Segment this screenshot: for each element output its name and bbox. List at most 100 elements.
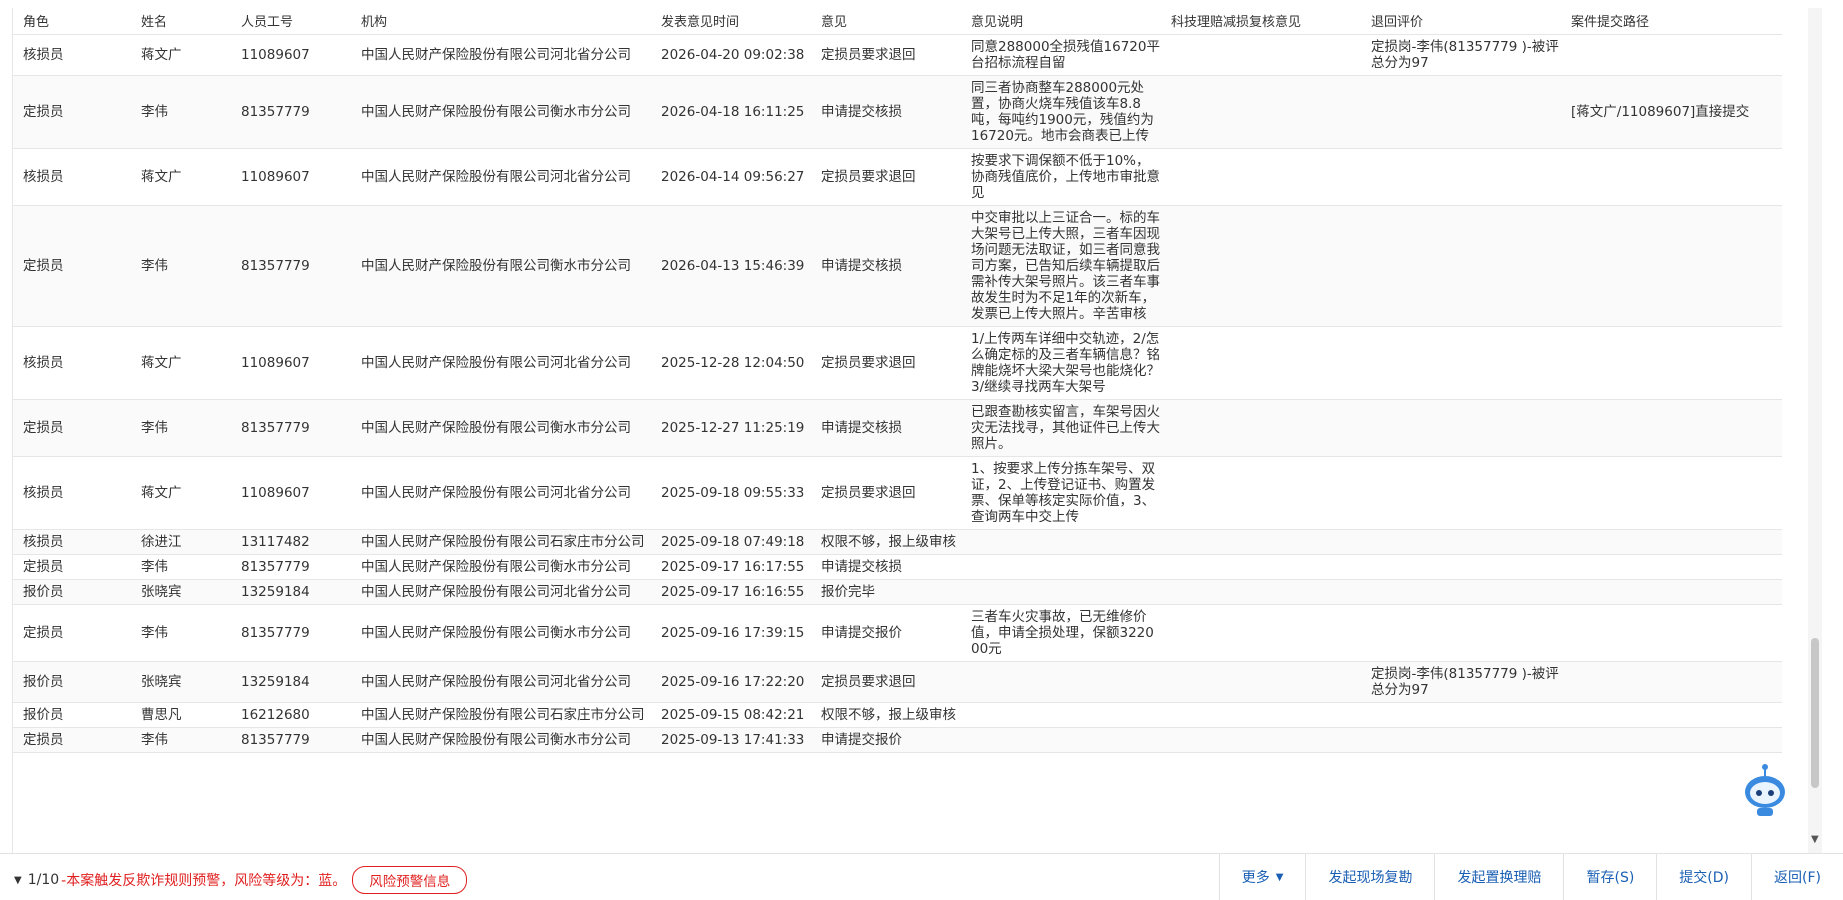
cell-time: 2025-09-17 16:16:55 xyxy=(651,579,811,605)
cell-staff-id: 81357779 xyxy=(231,604,351,662)
save-draft-button[interactable]: 暂存(S) xyxy=(1563,854,1656,900)
cell-rating xyxy=(1361,579,1561,605)
cell-name: 蒋文广 xyxy=(131,326,231,400)
cell-path xyxy=(1561,148,1782,206)
cell-org: 中国人民财产保险股份有限公司衡水市分公司 xyxy=(351,604,651,662)
cell-staff-id: 11089607 xyxy=(231,34,351,76)
cell-description xyxy=(961,554,1161,580)
cell-path xyxy=(1561,34,1782,76)
cell-rating xyxy=(1361,148,1561,206)
vertical-scrollbar[interactable] xyxy=(1808,8,1822,853)
more-button[interactable]: 更多 ▼ xyxy=(1218,854,1306,900)
cell-org: 中国人民财产保险股份有限公司衡水市分公司 xyxy=(351,727,651,753)
cell-path xyxy=(1561,702,1782,728)
cell-review xyxy=(1161,34,1361,76)
cell-review xyxy=(1161,579,1361,605)
cell-time: 2025-09-16 17:22:20 xyxy=(651,661,811,703)
cell-time: 2026-04-20 09:02:38 xyxy=(651,34,811,76)
cell-name: 蒋文广 xyxy=(131,148,231,206)
table-row: 定损员 李伟 81357779 中国人民财产保险股份有限公司衡水市分公司 2026-04… xyxy=(13,205,1782,327)
table-header-row: 角色 姓名 人员工号 机构 发表意见时间 意见 意见说明 科技理赔减损复核意见 退回评价 案件提交… xyxy=(13,8,1782,35)
cell-rating xyxy=(1361,529,1561,555)
cell-opinion: 定损员要求退回 xyxy=(811,148,961,206)
cell-time: 2025-09-15 08:42:21 xyxy=(651,702,811,728)
cell-opinion: 定损员要求退回 xyxy=(811,34,961,76)
cell-role: 核损员 xyxy=(13,529,131,555)
caret-down-icon[interactable]: ▼ xyxy=(14,875,22,886)
cell-org: 中国人民财产保险股份有限公司河北省分公司 xyxy=(351,148,651,206)
cell-name: 蒋文广 xyxy=(131,34,231,76)
cell-review xyxy=(1161,326,1361,400)
cell-opinion: 申请提交报价 xyxy=(811,727,961,753)
cell-time: 2026-04-14 09:56:27 xyxy=(651,148,811,206)
column-header: 意见说明 xyxy=(961,8,1161,35)
cell-review xyxy=(1161,554,1361,580)
cell-review xyxy=(1161,702,1361,728)
cell-staff-id: 81357779 xyxy=(231,75,351,149)
cell-time: 2025-12-28 12:04:50 xyxy=(651,326,811,400)
cell-path xyxy=(1561,579,1782,605)
cell-review xyxy=(1161,529,1361,555)
page-indicator: 1/10 xyxy=(27,872,60,888)
cell-time: 2025-09-18 09:55:33 xyxy=(651,456,811,530)
cell-description: 三者车火灾事故，已无维修价值，申请全损处理，保额322000元 xyxy=(961,604,1161,662)
cell-opinion: 权限不够，报上级审核 xyxy=(811,529,961,555)
cell-staff-id: 13259184 xyxy=(231,579,351,605)
cell-staff-id: 16212680 xyxy=(231,702,351,728)
column-header: 案件提交路径 xyxy=(1561,8,1782,35)
scrollbar-thumb[interactable] xyxy=(1811,638,1819,788)
cell-role: 报价员 xyxy=(13,579,131,605)
start-site-reinspection-button[interactable]: 发起现场复勘 xyxy=(1305,854,1434,900)
cell-description xyxy=(961,727,1161,753)
cell-name: 徐进江 xyxy=(131,529,231,555)
cell-time: 2025-09-16 17:39:15 xyxy=(651,604,811,662)
fraud-warning-text: -本案触发反欺诈规则预警，风险等级为：蓝。 xyxy=(61,873,347,889)
cell-opinion: 定损员要求退回 xyxy=(811,456,961,530)
cell-name: 李伟 xyxy=(131,727,231,753)
cell-org: 中国人民财产保险股份有限公司河北省分公司 xyxy=(351,661,651,703)
cell-opinion: 申请提交核损 xyxy=(811,75,961,149)
robot-assistant-icon[interactable] xyxy=(1735,762,1795,822)
cell-review xyxy=(1161,205,1361,327)
cell-role: 定损员 xyxy=(13,399,131,457)
cell-rating xyxy=(1361,554,1561,580)
table-row: 报价员 曹思凡 16212680 中国人民财产保险股份有限公司石家庄市分公司 2025-… xyxy=(13,702,1782,728)
cell-description: 同意288000全损残值16720平台招标流程自留 xyxy=(961,34,1161,76)
cell-path xyxy=(1561,604,1782,662)
cell-staff-id: 81357779 xyxy=(231,727,351,753)
cell-rating: 定损岗-李伟(81357779 )-被评总分为97 xyxy=(1361,34,1561,76)
cell-review xyxy=(1161,604,1361,662)
column-header: 科技理赔减损复核意见 xyxy=(1161,8,1361,35)
cell-description xyxy=(961,529,1161,555)
table-row: 定损员 李伟 81357779 中国人民财产保险股份有限公司衡水市分公司 2025-09… xyxy=(13,604,1782,662)
scroll-down-icon[interactable]: ▼ xyxy=(1811,834,1819,845)
cell-role: 报价员 xyxy=(13,661,131,703)
cell-name: 李伟 xyxy=(131,399,231,457)
start-replacement-claim-button[interactable]: 发起置换理赔 xyxy=(1434,854,1563,900)
opinion-history-table: 角色 姓名 人员工号 机构 发表意见时间 意见 意见说明 科技理赔减损复核意见 退回评价 案件提交… xyxy=(12,8,1782,853)
cell-role: 定损员 xyxy=(13,75,131,149)
table-row: 核损员 蒋文广 11089607 中国人民财产保险股份有限公司河北省分公司 2026-0… xyxy=(13,148,1782,206)
risk-warning-button[interactable]: 风险预警信息 xyxy=(352,866,468,894)
cell-time: 2025-12-27 11:25:19 xyxy=(651,399,811,457)
cell-rating: 定损岗-李伟(81357779 )-被评总分为97 xyxy=(1361,661,1561,703)
cell-opinion: 定损员要求退回 xyxy=(811,326,961,400)
cell-role: 核损员 xyxy=(13,148,131,206)
cell-staff-id: 81357779 xyxy=(231,554,351,580)
table-row: 报价员 张晓宾 13259184 中国人民财产保险股份有限公司河北省分公司 2025-0… xyxy=(13,579,1782,605)
cell-path xyxy=(1561,661,1782,703)
cell-name: 李伟 xyxy=(131,554,231,580)
column-header: 人员工号 xyxy=(231,8,351,35)
submit-button[interactable]: 提交(D) xyxy=(1656,854,1751,900)
cell-rating xyxy=(1361,702,1561,728)
cell-description: 同三者协商整车288000元处置，协商火烧车残值该车8.8吨，每吨约1900元，… xyxy=(961,75,1161,149)
column-header: 意见 xyxy=(811,8,961,35)
table-row: 定损员 李伟 81357779 中国人民财产保险股份有限公司衡水市分公司 2025-09… xyxy=(13,554,1782,580)
cell-review xyxy=(1161,148,1361,206)
cell-rating xyxy=(1361,456,1561,530)
cell-org: 中国人民财产保险股份有限公司石家庄市分公司 xyxy=(351,702,651,728)
cell-staff-id: 13259184 xyxy=(231,661,351,703)
cell-rating xyxy=(1361,727,1561,753)
cell-description xyxy=(961,579,1161,605)
return-button[interactable]: 返回(F) xyxy=(1751,854,1843,900)
